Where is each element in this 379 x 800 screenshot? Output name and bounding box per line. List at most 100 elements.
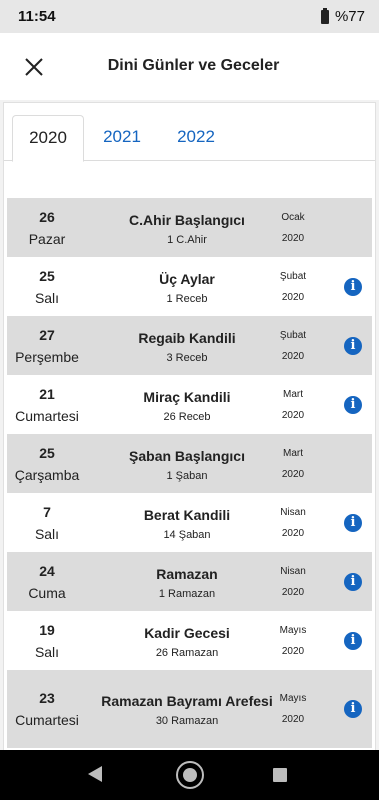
events-list: 26 Pazar C.Ahir Başlangıcı 1 C.Ahir Ocak 2020… bbox=[7, 198, 372, 748]
page-title: Dini Günler ve Geceler bbox=[107, 57, 280, 74]
event-name: C.Ahir Başlangıcı bbox=[129, 211, 245, 228]
info-icon[interactable]: i bbox=[344, 572, 362, 591]
event-weekday: Cumartesi bbox=[15, 407, 79, 424]
system-nav-bar bbox=[0, 750, 379, 800]
event-day: 19 bbox=[39, 621, 55, 638]
status-bar: 11:54 %77 bbox=[0, 0, 379, 33]
event-date: 27 Perşembe bbox=[7, 316, 87, 375]
tab-2022[interactable]: 2022 bbox=[160, 115, 232, 161]
recent-apps-icon[interactable] bbox=[273, 768, 287, 782]
calendar-card: 2020 2021 2022 26 Pazar C.Ahir Başlangıcı 1… bbox=[3, 102, 376, 750]
event-row[interactable]: 25 Çarşamba Şaban Başlangıcı 1 Şaban Mart 202… bbox=[7, 434, 372, 493]
event-day: 23 bbox=[39, 690, 55, 706]
event-weekday: Salı bbox=[34, 289, 60, 306]
event-day: 24 bbox=[39, 562, 55, 579]
event-day: 26 bbox=[39, 208, 55, 225]
info-icon[interactable]: i bbox=[344, 395, 362, 414]
event-date: 21 Cumartesi bbox=[7, 375, 87, 434]
event-info: C.Ahir Başlangıcı 1 C.Ahir bbox=[87, 198, 287, 257]
event-year: 2020 bbox=[281, 350, 305, 362]
back-icon[interactable] bbox=[88, 766, 102, 782]
event-date: 25 Çarşamba bbox=[7, 434, 87, 493]
event-year: 2020 bbox=[281, 291, 305, 303]
event-row[interactable]: 24 Cuma Ramazan 1 Ramazan Nisan 2020 i bbox=[7, 552, 372, 611]
event-month: Mart bbox=[283, 447, 303, 459]
event-info: Regaib Kandili 3 Receb bbox=[87, 316, 287, 375]
event-month: Ocak bbox=[281, 211, 305, 223]
event-row[interactable]: 26 Pazar C.Ahir Başlangıcı 1 C.Ahir Ocak 2020 bbox=[7, 198, 372, 257]
status-right: %77 bbox=[320, 7, 365, 25]
event-name: Üç Aylar bbox=[159, 270, 215, 287]
event-day: 7 bbox=[43, 503, 51, 520]
event-month: Şubat bbox=[279, 270, 307, 282]
event-hijri-date: 1 Ramazan bbox=[158, 587, 216, 600]
event-hijri-date: 1 Receb bbox=[166, 292, 208, 305]
event-row[interactable]: 23 Cumartesi Ramazan Bayramı Arefesi 30 Ram… bbox=[7, 670, 372, 748]
tab-2021[interactable]: 2021 bbox=[86, 115, 158, 161]
event-info: Ramazan 1 Ramazan bbox=[87, 552, 287, 611]
event-info: Şaban Başlangıcı 1 Şaban bbox=[87, 434, 287, 493]
event-year: 2020 bbox=[281, 409, 305, 421]
event-year: 2020 bbox=[281, 232, 305, 244]
event-month: Nisan bbox=[280, 565, 306, 577]
event-date: 23 Cumartesi bbox=[7, 670, 87, 748]
event-month-year: Mayıs 2020 bbox=[267, 670, 319, 748]
event-info: Kadir Gecesi 26 Ramazan bbox=[87, 611, 287, 670]
event-month-year: Mart 2020 bbox=[267, 375, 319, 434]
event-hijri-date: 1 Şaban bbox=[166, 469, 208, 482]
year-tabs: 2020 2021 2022 bbox=[4, 115, 375, 162]
event-info: Miraç Kandili 26 Receb bbox=[87, 375, 287, 434]
event-weekday: Cumartesi bbox=[15, 712, 79, 728]
content-area: 2020 2021 2022 26 Pazar C.Ahir Başlangıcı 1… bbox=[0, 100, 379, 750]
event-row[interactable]: 27 Perşembe Regaib Kandili 3 Receb Şubat 2020… bbox=[7, 316, 372, 375]
event-year: 2020 bbox=[281, 586, 305, 598]
info-icon[interactable]: i bbox=[344, 336, 362, 355]
event-month: Şubat bbox=[279, 329, 307, 341]
event-day: 25 bbox=[39, 444, 55, 461]
event-date: 24 Cuma bbox=[7, 552, 87, 611]
event-name: Miraç Kandili bbox=[143, 388, 231, 405]
app-bar: Dini Günler ve Geceler bbox=[0, 33, 379, 100]
event-month-year: Mart 2020 bbox=[267, 434, 319, 493]
event-hijri-date: 30 Ramazan bbox=[155, 715, 219, 727]
event-info: Ramazan Bayramı Arefesi 30 Ramazan bbox=[87, 670, 287, 748]
event-date: 7 Salı bbox=[7, 493, 87, 552]
info-icon[interactable]: i bbox=[344, 700, 362, 718]
event-month: Mayıs bbox=[279, 693, 307, 704]
home-icon[interactable] bbox=[176, 761, 204, 789]
event-name: Regaib Kandili bbox=[138, 329, 236, 346]
status-time: 11:54 bbox=[18, 8, 56, 25]
event-row[interactable]: 25 Salı Üç Aylar 1 Receb Şubat 2020 i bbox=[7, 257, 372, 316]
event-weekday: Cuma bbox=[28, 584, 66, 601]
tab-2020[interactable]: 2020 bbox=[12, 115, 84, 162]
event-hijri-date: 3 Receb bbox=[166, 351, 208, 364]
event-day: 25 bbox=[39, 267, 55, 284]
event-date: 19 Salı bbox=[7, 611, 87, 670]
event-month: Mayıs bbox=[279, 624, 307, 636]
event-info: Üç Aylar 1 Receb bbox=[87, 257, 287, 316]
event-year: 2020 bbox=[281, 714, 305, 725]
event-month-year: Ocak 2020 bbox=[267, 198, 319, 257]
info-icon[interactable]: i bbox=[344, 513, 362, 532]
event-row[interactable]: 19 Salı Kadir Gecesi 26 Ramazan Mayıs 2020 i bbox=[7, 611, 372, 670]
event-month: Nisan bbox=[280, 506, 306, 518]
battery-level: %77 bbox=[334, 8, 365, 25]
battery-icon bbox=[320, 7, 329, 24]
event-row[interactable]: 7 Salı Berat Kandili 14 Şaban Nisan 2020 i bbox=[7, 493, 372, 552]
event-hijri-date: 1 C.Ahir bbox=[167, 233, 207, 246]
event-row[interactable]: 21 Cumartesi Miraç Kandili 26 Receb Mart 2020… bbox=[7, 375, 372, 434]
event-day: 21 bbox=[39, 385, 55, 402]
event-month-year: Şubat 2020 bbox=[267, 316, 319, 375]
info-icon[interactable]: i bbox=[344, 277, 362, 296]
event-month-year: Mayıs 2020 bbox=[267, 611, 319, 670]
event-hijri-date: 26 Receb bbox=[163, 410, 211, 423]
event-weekday: Çarşamba bbox=[14, 466, 80, 483]
event-hijri-date: 14 Şaban bbox=[163, 528, 211, 541]
event-weekday: Salı bbox=[34, 525, 60, 542]
event-month-year: Nisan 2020 bbox=[267, 552, 319, 611]
event-month-year: Nisan 2020 bbox=[267, 493, 319, 552]
event-year: 2020 bbox=[281, 468, 305, 480]
event-name: Şaban Başlangıcı bbox=[129, 447, 245, 464]
info-icon[interactable]: i bbox=[344, 631, 362, 650]
event-name: Berat Kandili bbox=[143, 506, 231, 523]
